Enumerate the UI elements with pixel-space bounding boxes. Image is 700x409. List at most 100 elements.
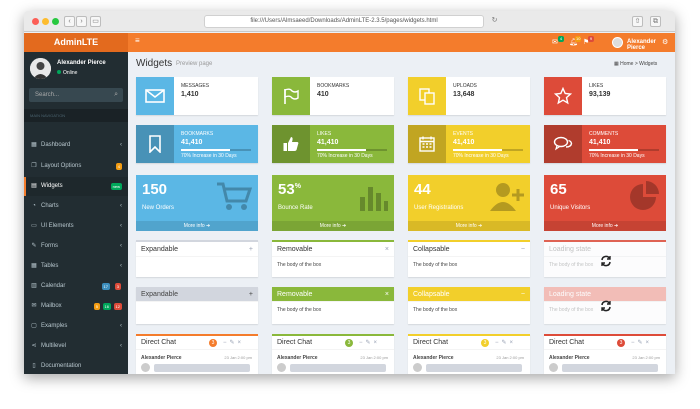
forward-button[interactable]: › [76, 16, 87, 27]
info-box-text: Bookmarks [317, 83, 350, 89]
tabs-button[interactable]: ⧉ [650, 16, 661, 27]
sidebar-toggle-button[interactable]: ▭ [90, 16, 101, 27]
bookmark-icon [136, 125, 174, 163]
sidebar-item-dashboard[interactable]: ▦ Dashboard ‹ [24, 136, 128, 155]
chat-tools[interactable]: −✎× [495, 336, 516, 350]
sidebar-item-tables[interactable]: ▦ Tables ‹ [24, 257, 128, 276]
close-icon[interactable]: × [374, 340, 381, 346]
box-header: Expandable + [136, 287, 258, 302]
comments-icon[interactable]: ✎ [230, 340, 238, 346]
chat-title: Direct Chat [413, 339, 449, 346]
minimize-window-button[interactable] [42, 18, 49, 25]
chat-title: Direct Chat [549, 339, 585, 346]
status-text: Online [63, 70, 78, 76]
user-avatar[interactable] [612, 37, 623, 48]
online-dot-icon [57, 70, 61, 74]
chat-count-badge: 3 [617, 339, 625, 347]
sidebar-item-ui-elements[interactable]: ▭ UI Elements ‹ [24, 217, 128, 236]
more-info-link[interactable]: More info ➜ [272, 221, 394, 231]
more-info-text: More info [183, 223, 205, 229]
box-removable: Removable × The body of the box [272, 240, 394, 277]
top-navbar: ≡ ✉ 4 🔔︎ 10 ⚑ 9 Alexander Pierce ⚙ [128, 33, 675, 52]
close-window-button[interactable] [32, 18, 39, 25]
reload-button[interactable]: ↻ [489, 16, 500, 27]
more-info-link[interactable]: More info ➜ [544, 221, 666, 231]
files-icon: ❐ [31, 163, 37, 169]
chat-avatar [141, 363, 150, 372]
chat-avatar [277, 363, 286, 372]
sidebar-item-charts[interactable]: ◔ Charts ‹ [24, 197, 128, 216]
search-icon[interactable]: ⌕ [114, 88, 118, 102]
menu-toggle-icon[interactable]: ≡ [135, 36, 140, 45]
sidebar-item-widgets[interactable]: ▤ Widgets new [24, 177, 128, 196]
comments-icon[interactable]: ✎ [502, 340, 510, 346]
dashboard-icon: ▦ [614, 61, 619, 67]
chat-title: Direct Chat [141, 339, 177, 346]
small-box-number: 65 [550, 181, 567, 198]
comments-icon[interactable]: ✎ [638, 340, 646, 346]
share-button[interactable]: ⇧ [632, 16, 643, 27]
minus-icon[interactable]: − [521, 287, 525, 302]
sidebar-item-mailbox[interactable]: ✉ Mailbox 5 16 12 [24, 297, 128, 316]
small-box-number: 150 [142, 181, 167, 198]
box-collapsable-solid: Collapsable − The body of the box [408, 287, 530, 324]
sidebar-item-documentation[interactable]: ▯ Documentation [24, 357, 128, 374]
minus-icon[interactable]: − [521, 242, 525, 257]
box-expandable-solid: Expandable + [136, 287, 258, 324]
sidebar-item-multilevel[interactable]: ⋖ Multilevel ‹ [24, 337, 128, 356]
maximize-window-button[interactable] [52, 18, 59, 25]
app-logo[interactable]: AdminLTE [24, 33, 128, 52]
comments-icon [544, 125, 582, 163]
chevron-left-icon: ‹ [120, 323, 122, 329]
plus-icon[interactable]: + [249, 287, 253, 302]
gears-icon[interactable]: ⚙ [662, 38, 668, 46]
chat-count-badge: 3 [209, 339, 217, 347]
breadcrumb-home[interactable]: Home [620, 61, 633, 67]
sidebar-item-label: Charts [41, 203, 59, 209]
small-box-label: New Orders [142, 205, 175, 211]
info-box-text: Bookmarks [181, 131, 214, 137]
tasks-count-badge: 9 [588, 36, 594, 42]
sidebar: Alexander Pierce Online Search... ⌕ MAIN… [24, 52, 128, 374]
address-bar[interactable]: file:///Users/Almsaeed/Downloads/AdminLT… [204, 15, 484, 28]
close-icon[interactable]: × [646, 340, 653, 346]
more-info-link[interactable]: More info ➜ [408, 221, 530, 231]
chat-tools[interactable]: −✎× [359, 336, 380, 350]
plus-icon[interactable]: + [249, 242, 253, 257]
messages-icon[interactable]: ✉ [552, 38, 558, 46]
info-box-text: Comments [589, 131, 619, 137]
notifications-count-badge: 10 [575, 36, 582, 42]
sidebar-item-forms[interactable]: ✎ Forms ‹ [24, 237, 128, 256]
chat-sender-name: Alexander Pierce [413, 355, 454, 361]
small-box-label: User Registrations [414, 205, 464, 211]
sidebar-item-layout-options[interactable]: ❐ Layout Options 4 [24, 157, 128, 176]
messages-count-badge: 4 [558, 36, 564, 42]
progress-bar [589, 149, 659, 151]
comments-icon[interactable]: ✎ [366, 340, 374, 346]
more-info-link[interactable]: More info ➜ [136, 221, 258, 231]
mailbox-badge-green: 16 [102, 303, 111, 310]
info-box-text: Messages [181, 83, 210, 89]
chat-message-bubble [426, 364, 522, 372]
sidebar-item-calendar[interactable]: ▥ Calendar 17 3 [24, 277, 128, 296]
close-icon[interactable]: × [238, 340, 245, 346]
info-box-uploads: Uploads 13,648 [408, 77, 530, 115]
close-icon[interactable]: × [385, 287, 389, 302]
chat-tools[interactable]: −✎× [631, 336, 652, 350]
close-icon[interactable]: × [510, 340, 517, 346]
browser-toolbar: ‹ › ▭ ◐ file:///Users/Almsaeed/Downloads… [24, 11, 675, 32]
calendar-icon: ▥ [31, 283, 37, 289]
box-title: Removable [277, 291, 313, 298]
chat-timestamp: 23 Jan 2:00 pm [360, 355, 388, 360]
calendar-icon [408, 125, 446, 163]
bar-chart-icon [358, 181, 388, 213]
sidebar-item-examples[interactable]: ▢ Examples ‹ [24, 317, 128, 336]
chat-tools[interactable]: −✎× [223, 336, 244, 350]
small-box-value: 150 [142, 181, 168, 198]
progress-description: 70% Increase in 30 Days [317, 153, 373, 159]
sidebar-search-input[interactable]: Search... ⌕ [29, 88, 123, 102]
close-icon[interactable]: × [385, 242, 389, 257]
info-box-text: Likes [589, 83, 604, 89]
flag-icon [272, 77, 310, 115]
back-button[interactable]: ‹ [64, 16, 75, 27]
